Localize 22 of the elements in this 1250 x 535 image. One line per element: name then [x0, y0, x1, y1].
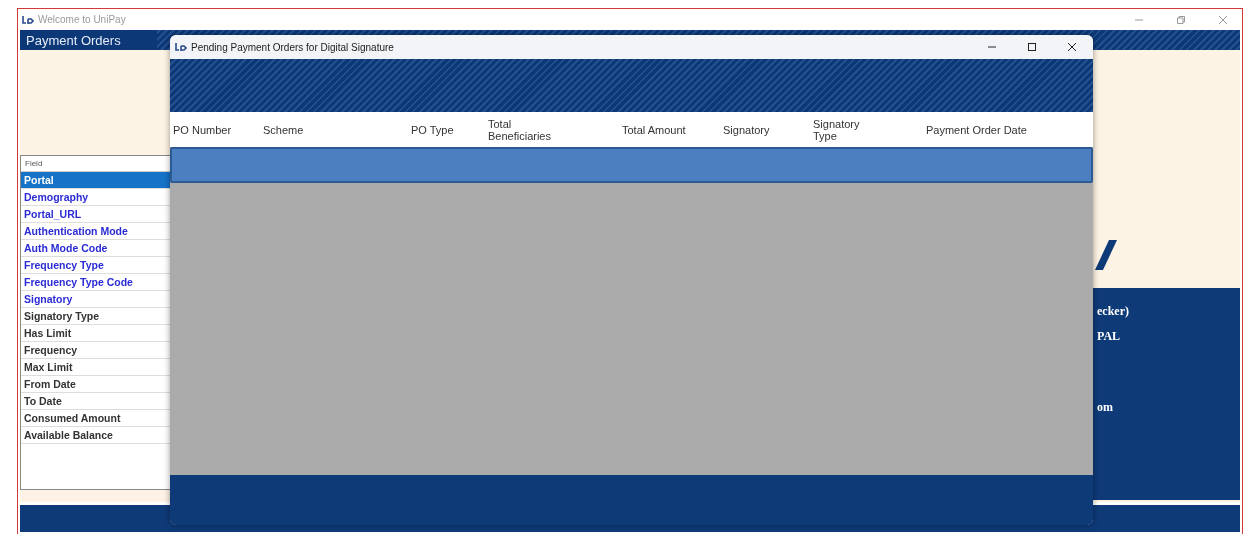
column-header[interactable]: Total Amount — [622, 123, 686, 136]
page-title: Payment Orders — [20, 30, 157, 50]
dialog-title: Pending Payment Orders for Digital Signature — [191, 41, 394, 53]
column-header[interactable]: Signatory — [723, 123, 770, 136]
field-list-item[interactable]: Portal — [21, 172, 171, 189]
column-header[interactable]: PO Type — [411, 123, 454, 136]
restore-icon[interactable] — [1176, 14, 1186, 25]
info-text: ecker) — [1097, 304, 1129, 319]
column-header[interactable]: Scheme — [263, 123, 304, 136]
table-row[interactable] — [170, 147, 1093, 183]
logo-icon — [175, 43, 187, 51]
maximize-icon[interactable] — [1027, 42, 1037, 52]
info-text: om — [1097, 400, 1113, 415]
info-text: PAL — [1097, 329, 1121, 344]
column-header[interactable]: PO Number — [173, 123, 232, 136]
column-header[interactable]: Payment Order Date — [926, 123, 1027, 136]
column-header[interactable]: Signatory Type — [813, 117, 885, 142]
logo-fragment-drawing — [1095, 240, 1117, 270]
window-title: Welcome to UniPay — [38, 14, 126, 25]
logo-icon — [22, 15, 34, 24]
column-header[interactable]: Total Beneficiaries — [488, 117, 560, 142]
close-icon[interactable] — [1067, 42, 1077, 52]
